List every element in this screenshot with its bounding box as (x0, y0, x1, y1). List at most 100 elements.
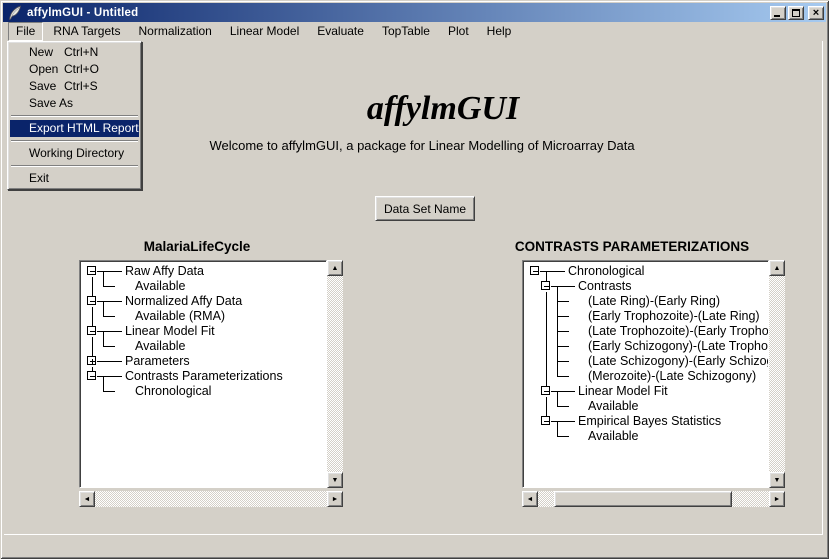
tree-node-label[interactable]: (Early Trophozoite)-(Late Ring) (588, 309, 760, 324)
contrasts-tree[interactable]: ChronologicalContrasts(Late Ring)-(Early… (522, 260, 769, 488)
scroll-up-button[interactable]: ▲ (769, 260, 785, 276)
tree-line (546, 294, 547, 309)
menu-item-save-as[interactable]: Save As (10, 95, 139, 112)
scroll-right-button[interactable]: ► (327, 491, 343, 507)
menu-item-export-html-report[interactable]: Export HTML Report (10, 120, 139, 137)
left-vertical-scrollbar[interactable]: ▲ ▼ (327, 260, 343, 488)
tree-row: Linear Model Fit (80, 324, 326, 339)
tree-node-label[interactable]: Linear Model Fit (578, 384, 668, 399)
left-horizontal-scrollbar[interactable]: ◄ ► (79, 491, 343, 507)
tree-node-label[interactable]: Chronological (568, 264, 644, 279)
menu-separator (11, 140, 138, 142)
tree-node-label[interactable]: (Early Schizogony)-(Late Trophozoite) (588, 339, 769, 354)
tree-row: Available (523, 429, 768, 444)
menu-item-label: Export HTML Report (29, 120, 139, 137)
menu-item-save[interactable]: Save Ctrl+S (10, 78, 139, 95)
collapse-icon[interactable] (87, 371, 96, 380)
scroll-left-button[interactable]: ◄ (522, 491, 538, 507)
collapse-icon[interactable] (541, 281, 550, 290)
tree-node-label[interactable]: (Late Schizogony)-(Early Schizogony) (588, 354, 769, 369)
tree-node-label[interactable]: Available (135, 339, 186, 354)
tree-node-label[interactable]: Available (588, 399, 639, 414)
right-vertical-scrollbar[interactable]: ▲ ▼ (769, 260, 785, 488)
menu-item-new[interactable]: New Ctrl+N (10, 44, 139, 61)
tree-node-label[interactable]: Linear Model Fit (125, 324, 215, 339)
menu-toptable[interactable]: TopTable (374, 22, 438, 41)
tree-line (557, 436, 569, 437)
tree-row: (Early Trophozoite)-(Late Ring) (523, 309, 768, 324)
maximize-button[interactable] (788, 6, 804, 20)
menu-plot[interactable]: Plot (440, 22, 477, 41)
tree-node-label[interactable]: Contrasts Parameterizations (125, 369, 283, 384)
tree-row: Normalized Affy Data (80, 294, 326, 309)
tree-node-label[interactable]: Contrasts (578, 279, 632, 294)
tree-node-label[interactable]: (Late Trophozoite)-(Early Trophozoite) (588, 324, 769, 339)
collapse-icon[interactable] (87, 326, 96, 335)
window-title: affylmGUI - Untitled (27, 7, 768, 19)
left-arrow-icon: ◄ (84, 496, 91, 503)
scroll-left-button[interactable]: ◄ (79, 491, 95, 507)
menu-item-accel: Ctrl+O (64, 61, 99, 78)
tree-row: (Merozoite)-(Late Schizogony) (523, 369, 768, 384)
close-button[interactable]: × (808, 6, 824, 20)
tree-line (103, 346, 115, 347)
menu-item-label: Working Directory (29, 145, 124, 162)
scroll-track[interactable] (769, 276, 785, 472)
tree-node-label[interactable]: Normalized Affy Data (125, 294, 242, 309)
data-set-name-button[interactable]: Data Set Name (375, 196, 475, 221)
collapse-icon[interactable] (87, 296, 96, 305)
tree-node-label[interactable]: (Late Ring)-(Early Ring) (588, 294, 720, 309)
collapse-icon[interactable] (541, 386, 550, 395)
scroll-track[interactable] (538, 491, 769, 507)
scroll-down-button[interactable]: ▼ (769, 472, 785, 488)
menu-file[interactable]: File (8, 22, 43, 41)
tree-line (557, 346, 569, 347)
tree-line (97, 331, 122, 332)
scroll-track[interactable] (327, 276, 343, 472)
collapse-icon[interactable] (541, 416, 550, 425)
menu-help[interactable]: Help (479, 22, 520, 41)
scroll-thumb[interactable] (554, 491, 732, 507)
menu-evaluate[interactable]: Evaluate (309, 22, 372, 41)
welcome-text: Welcome to affylmGUI, a package for Line… (22, 138, 822, 153)
menu-item-accel: Ctrl+S (64, 78, 98, 95)
menu-linear-model[interactable]: Linear Model (222, 22, 307, 41)
scroll-down-button[interactable]: ▼ (327, 472, 343, 488)
right-horizontal-scrollbar[interactable]: ◄ ► (522, 491, 785, 507)
collapse-icon[interactable] (530, 266, 539, 275)
file-menu-dropdown: New Ctrl+N Open Ctrl+O Save Ctrl+S Save … (7, 41, 142, 190)
tree-node-label[interactable]: Chronological (135, 384, 211, 399)
tree-node-label[interactable]: Empirical Bayes Statistics (578, 414, 721, 429)
tree-line (103, 286, 115, 287)
tree-node-label[interactable]: (Merozoite)-(Late Schizogony) (588, 369, 756, 384)
tree-line (546, 369, 547, 384)
menu-rna-targets[interactable]: RNA Targets (45, 22, 128, 41)
tree-node-label[interactable]: Available (135, 279, 186, 294)
tree-node-label[interactable]: Raw Affy Data (125, 264, 204, 279)
menu-item-working-directory[interactable]: Working Directory (10, 145, 139, 162)
scroll-track[interactable] (95, 491, 327, 507)
menu-item-open[interactable]: Open Ctrl+O (10, 61, 139, 78)
tree-node-label[interactable]: Available (588, 429, 639, 444)
menu-normalization[interactable]: Normalization (131, 22, 220, 41)
minimize-button[interactable] (770, 6, 786, 20)
titlebar[interactable]: affylmGUI - Untitled × (3, 3, 826, 22)
menu-item-exit[interactable]: Exit (10, 170, 139, 187)
tree-line (551, 421, 575, 422)
scroll-right-button[interactable]: ► (769, 491, 785, 507)
dataset-tree[interactable]: Raw Affy DataAvailableNormalized Affy Da… (79, 260, 327, 488)
tree-line (97, 301, 122, 302)
menu-separator (11, 165, 138, 167)
left-arrow-icon: ◄ (527, 496, 534, 503)
tree-row: Linear Model Fit (523, 384, 768, 399)
tree-node-label[interactable]: Available (RMA) (135, 309, 225, 324)
collapse-icon[interactable] (87, 266, 96, 275)
tree-line (92, 339, 93, 354)
tree-row: Parameters (80, 354, 326, 369)
scroll-up-button[interactable]: ▲ (327, 260, 343, 276)
tree-line (103, 376, 104, 384)
tree-node-label[interactable]: Parameters (125, 354, 190, 369)
expand-icon[interactable] (87, 356, 96, 365)
tree-line (103, 316, 115, 317)
tree-row: (Late Ring)-(Early Ring) (523, 294, 768, 309)
